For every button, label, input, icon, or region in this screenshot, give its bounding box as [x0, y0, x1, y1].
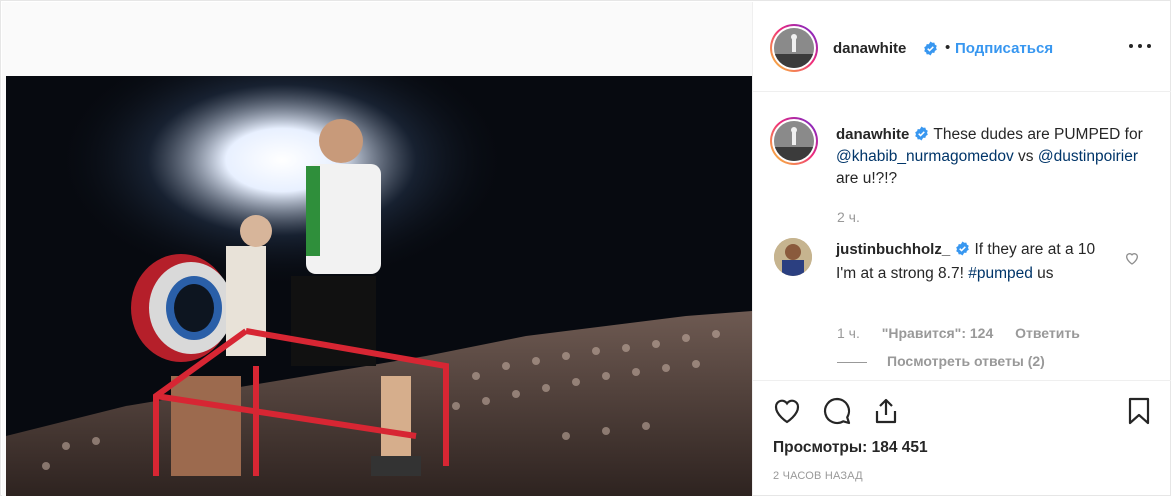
caption-username[interactable]: danawhite	[836, 126, 909, 143]
caption-timestamp: 2 ч.	[837, 209, 860, 225]
post-sidebar: danawhite • Подписаться danawhite These …	[752, 2, 1171, 496]
post-video[interactable]	[6, 76, 752, 496]
comment-meta: 1 ч. "Нравится": 124 Ответить	[837, 325, 1098, 341]
post-header: danawhite • Подписаться	[753, 2, 1171, 92]
view-replies-label: Посмотреть ответы (2)	[887, 353, 1045, 369]
author-avatar[interactable]	[770, 24, 818, 72]
avatar-image	[774, 238, 812, 276]
post-actions: Просмотры: 184 451 2 часов назад	[753, 380, 1171, 496]
verified-badge-icon	[924, 41, 937, 56]
separator-dot: •	[945, 39, 951, 56]
verified-badge-icon	[915, 126, 929, 141]
comment-text-tail: us	[1032, 265, 1054, 282]
comments-section: danawhite These dudes are PUMPED for @kh…	[753, 93, 1171, 380]
heart-icon[interactable]	[771, 395, 803, 427]
reply-button[interactable]: Ответить	[1015, 325, 1080, 341]
media-column	[2, 2, 752, 496]
comment-like-heart-icon[interactable]	[1124, 250, 1140, 266]
commenter-username[interactable]: justinbuchholz_	[836, 241, 950, 258]
author-username[interactable]: danawhite	[833, 40, 906, 57]
post-caption: danawhite These dudes are PUMPED for @kh…	[836, 124, 1146, 190]
video-frame-image	[6, 76, 752, 496]
bookmark-icon[interactable]	[1123, 395, 1155, 427]
comment-timestamp: 1 ч.	[837, 325, 860, 341]
avatar-image	[774, 28, 814, 68]
comment: justinbuchholz_ If they are at a 10 I'm …	[836, 238, 1111, 286]
comment-likes-count[interactable]: "Нравится": 124	[882, 325, 993, 341]
views-count: Просмотры: 184 451	[773, 439, 928, 456]
comment-icon[interactable]	[821, 395, 853, 427]
verified-badge-icon	[956, 241, 969, 256]
more-options-icon[interactable]	[1129, 36, 1153, 56]
avatar-image	[774, 121, 814, 161]
follow-button[interactable]: Подписаться	[955, 40, 1053, 57]
commenter-avatar[interactable]	[774, 238, 812, 276]
mention-link[interactable]: @dustinpoirier	[1038, 148, 1138, 165]
caption-text: These dudes are PUMPED for	[933, 126, 1143, 143]
caption-author-avatar[interactable]	[770, 117, 818, 165]
post-age[interactable]: 2 часов назад	[773, 470, 863, 482]
mention-link[interactable]: @khabib_nurmagomedov	[836, 148, 1014, 165]
caption-text: are u!?!?	[836, 170, 898, 187]
hashtag-link[interactable]: #pumped	[968, 265, 1033, 282]
instagram-post-modal: danawhite • Подписаться danawhite These …	[0, 0, 1171, 496]
caption-text: vs	[1013, 148, 1038, 165]
view-replies-button[interactable]: Посмотреть ответы (2)	[837, 353, 1045, 369]
share-icon[interactable]	[870, 395, 902, 427]
divider-line	[837, 361, 867, 363]
